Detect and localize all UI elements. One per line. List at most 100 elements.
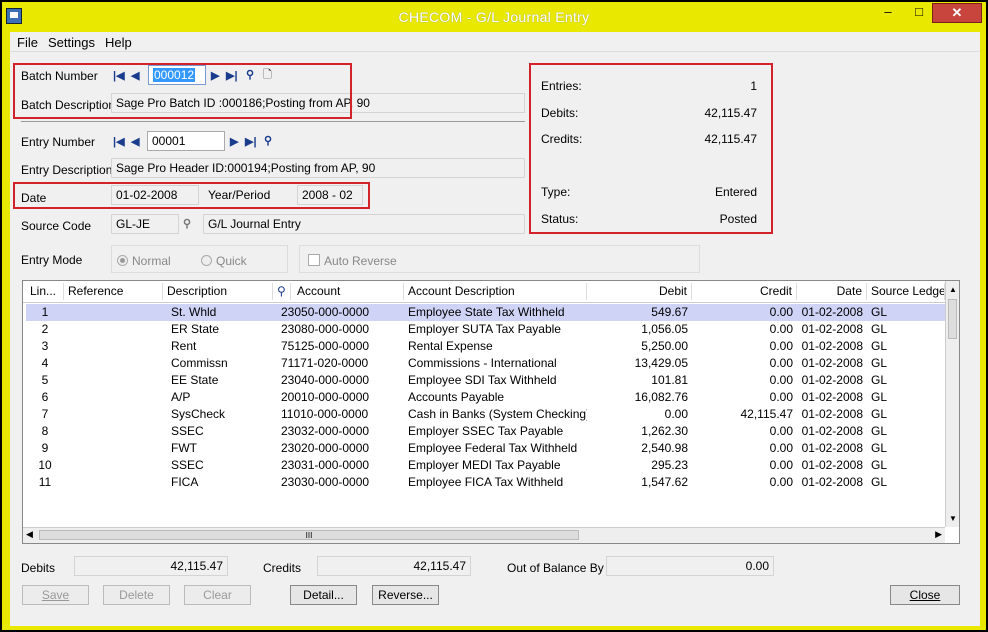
- cell-reference[interactable]: [64, 474, 163, 491]
- cell-debit[interactable]: 549.67: [587, 304, 692, 321]
- table-row[interactable]: 2 ER State 23080-000-0000 Employer SUTA Tax…: [26, 321, 945, 338]
- clear-button[interactable]: Clear: [184, 585, 251, 605]
- cell-date[interactable]: 01-02-2008: [797, 304, 867, 321]
- cell-account-description[interactable]: Employee State Tax Withheld: [404, 304, 587, 321]
- cell-source-ledger[interactable]: GL: [867, 389, 945, 406]
- cell-source-ledger[interactable]: GL: [867, 372, 945, 389]
- cell-date[interactable]: 01-02-2008: [797, 423, 867, 440]
- reverse-button[interactable]: Reverse...: [372, 585, 439, 605]
- table-row[interactable]: 11 FICA 23030-000-0000 Employee FICA Tax Wi…: [26, 474, 945, 491]
- cell-date[interactable]: 01-02-2008: [797, 372, 867, 389]
- cell-source-ledger[interactable]: GL: [867, 406, 945, 423]
- cell-account[interactable]: 23050-000-0000: [273, 304, 404, 321]
- vertical-scrollbar[interactable]: ▲ ▼: [945, 281, 959, 527]
- table-row[interactable]: 7 SysCheck 11010-000-0000 Cash in Banks (Sy…: [26, 406, 945, 423]
- cell-line[interactable]: 9: [26, 440, 64, 457]
- cell-source-ledger[interactable]: GL: [867, 355, 945, 372]
- cell-date[interactable]: 01-02-2008: [797, 338, 867, 355]
- cell-account[interactable]: 20010-000-0000: [273, 389, 404, 406]
- cell-account-description[interactable]: Employer SSEC Tax Payable: [404, 423, 587, 440]
- cell-reference[interactable]: [64, 440, 163, 457]
- cell-credit[interactable]: 0.00: [692, 372, 797, 389]
- cell-description[interactable]: FICA: [163, 474, 273, 491]
- cell-line[interactable]: 7: [26, 406, 64, 423]
- cell-line[interactable]: 2: [26, 321, 64, 338]
- cell-source-ledger[interactable]: GL: [867, 457, 945, 474]
- source-code-field[interactable]: GL-JE: [111, 214, 179, 234]
- cell-reference[interactable]: [64, 304, 163, 321]
- close-button[interactable]: Close: [890, 585, 960, 605]
- cell-description[interactable]: SSEC: [163, 423, 273, 440]
- col-account-description[interactable]: Account Description: [404, 283, 587, 300]
- table-row[interactable]: 4 Commissn 71171-020-0000 Commissions - Int…: [26, 355, 945, 372]
- cell-reference[interactable]: [64, 372, 163, 389]
- table-row[interactable]: 10 SSEC 23031-000-0000 Employer MEDI Tax Pa…: [26, 457, 945, 474]
- cell-credit[interactable]: 0.00: [692, 338, 797, 355]
- cell-reference[interactable]: [64, 355, 163, 372]
- cell-description[interactable]: EE State: [163, 372, 273, 389]
- mode-quick-radio[interactable]: [201, 255, 212, 266]
- cell-reference[interactable]: [64, 389, 163, 406]
- cell-account[interactable]: 23030-000-0000: [273, 474, 404, 491]
- cell-source-ledger[interactable]: GL: [867, 304, 945, 321]
- cell-credit[interactable]: 0.00: [692, 304, 797, 321]
- cell-description[interactable]: FWT: [163, 440, 273, 457]
- cell-credit[interactable]: 0.00: [692, 474, 797, 491]
- cell-credit[interactable]: 0.00: [692, 321, 797, 338]
- cell-account[interactable]: 23032-000-0000: [273, 423, 404, 440]
- scroll-up-icon[interactable]: ▲: [949, 285, 957, 294]
- prev-entry-icon[interactable]: ◀: [131, 135, 139, 149]
- minimize-button[interactable]: –: [874, 3, 902, 23]
- cell-line[interactable]: 6: [26, 389, 64, 406]
- cell-date[interactable]: 01-02-2008: [797, 474, 867, 491]
- cell-account-description[interactable]: Employee Federal Tax Withheld: [404, 440, 587, 457]
- horizontal-scrollbar[interactable]: ◀ III ▶: [23, 527, 945, 543]
- save-button[interactable]: Save: [22, 585, 89, 605]
- cell-description[interactable]: A/P: [163, 389, 273, 406]
- cell-debit[interactable]: 16,082.76: [587, 389, 692, 406]
- cell-source-ledger[interactable]: GL: [867, 338, 945, 355]
- cell-account[interactable]: 23020-000-0000: [273, 440, 404, 457]
- empty-row[interactable]: [26, 491, 945, 508]
- cell-account-description[interactable]: Employer MEDI Tax Payable: [404, 457, 587, 474]
- cell-credit[interactable]: 0.00: [692, 457, 797, 474]
- cell-account[interactable]: 11010-000-0000: [273, 406, 404, 423]
- cell-debit[interactable]: 1,262.30: [587, 423, 692, 440]
- account-search-icon[interactable]: ⚲: [273, 283, 291, 300]
- cell-account-description[interactable]: Employee FICA Tax Withheld: [404, 474, 587, 491]
- cell-description[interactable]: SSEC: [163, 457, 273, 474]
- cell-description[interactable]: SysCheck: [163, 406, 273, 423]
- close-window-button[interactable]: ✕: [932, 3, 982, 23]
- cell-description[interactable]: Commissn: [163, 355, 273, 372]
- last-entry-icon[interactable]: ▶|: [245, 135, 257, 149]
- col-line[interactable]: Lin...: [26, 283, 64, 300]
- cell-line[interactable]: 5: [26, 372, 64, 389]
- cell-description[interactable]: St. Whld: [163, 304, 273, 321]
- cell-date[interactable]: 01-02-2008: [797, 355, 867, 372]
- next-entry-icon[interactable]: ▶: [230, 135, 238, 149]
- cell-account-description[interactable]: Rental Expense: [404, 338, 587, 355]
- cell-credit[interactable]: 0.00: [692, 355, 797, 372]
- delete-button[interactable]: Delete: [103, 585, 170, 605]
- cell-account[interactable]: 23040-000-0000: [273, 372, 404, 389]
- cell-credit[interactable]: 42,115.47: [692, 406, 797, 423]
- table-row[interactable]: 6 A/P 20010-000-0000 Accounts Payable 16,082…: [26, 389, 945, 406]
- cell-line[interactable]: 4: [26, 355, 64, 372]
- cell-debit[interactable]: 1,547.62: [587, 474, 692, 491]
- cell-date[interactable]: 01-02-2008: [797, 440, 867, 457]
- cell-source-ledger[interactable]: GL: [867, 474, 945, 491]
- col-credit[interactable]: Credit: [692, 283, 797, 300]
- col-description[interactable]: Description: [163, 283, 273, 300]
- auto-reverse-checkbox[interactable]: [308, 254, 320, 266]
- scroll-right-icon[interactable]: ▶: [935, 529, 942, 540]
- cell-account-description[interactable]: Employer SUTA Tax Payable: [404, 321, 587, 338]
- cell-reference[interactable]: [64, 321, 163, 338]
- cell-line[interactable]: 3: [26, 338, 64, 355]
- mode-normal-radio[interactable]: [117, 255, 128, 266]
- cell-debit[interactable]: 1,056.05: [587, 321, 692, 338]
- cell-account-description[interactable]: Commissions - International: [404, 355, 587, 372]
- maximize-button[interactable]: □: [905, 3, 933, 23]
- table-row[interactable]: 8 SSEC 23032-000-0000 Employer SSEC Tax Pay…: [26, 423, 945, 440]
- detail-button[interactable]: Detail...: [290, 585, 357, 605]
- cell-debit[interactable]: 295.23: [587, 457, 692, 474]
